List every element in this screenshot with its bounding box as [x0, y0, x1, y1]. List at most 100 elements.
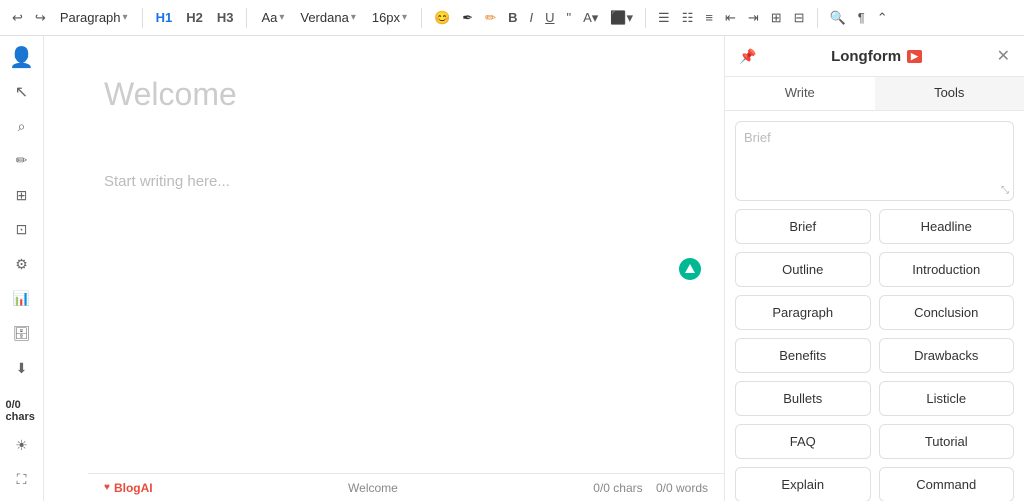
tutorial-tool-button[interactable]: Tutorial: [879, 424, 1015, 459]
storage-icon[interactable]: 🗄: [6, 320, 38, 347]
pen-icon-button[interactable]: ✒: [458, 8, 477, 28]
paragraph-tool-button[interactable]: Paragraph: [735, 295, 871, 330]
table1-button[interactable]: ⊞: [767, 8, 786, 28]
toolbar: ↩ ↪ Paragraph ▾ H1 H2 H3 Aa ▾ Verdana ▾ …: [0, 0, 1024, 36]
redo-button[interactable]: ↪: [31, 8, 50, 28]
table2-button[interactable]: ⊟: [790, 8, 809, 28]
tools-row-1: Brief Headline: [735, 209, 1014, 244]
chevron-down-icon: ▾: [123, 12, 128, 23]
font-family-label: Verdana: [300, 10, 348, 25]
italic-button[interactable]: I: [525, 8, 537, 27]
doc-title-status: Welcome: [348, 481, 398, 495]
separator: [645, 8, 646, 28]
font-size-px-label: 16px: [372, 10, 400, 25]
download-icon[interactable]: ⬇: [6, 355, 38, 382]
brief-placeholder: Brief: [744, 130, 771, 145]
editor-wrapper: Welcome Start writing here... ♥ BlogAI W…: [44, 36, 724, 501]
youtube-badge: ▶: [907, 50, 922, 63]
editor-placeholder: Start writing here...: [104, 173, 664, 190]
separator: [817, 8, 818, 28]
tab-write[interactable]: Write: [725, 77, 875, 110]
align-button[interactable]: ≡: [701, 8, 717, 27]
status-bar-left: ♥ BlogAI: [104, 481, 153, 495]
right-panel: 📌 Longform ▶ ✕ Write Tools Brief ⤡ Brief…: [724, 36, 1024, 501]
font-size-dropdown[interactable]: Aa ▾: [255, 8, 290, 27]
explain-tool-button[interactable]: Explain: [735, 467, 871, 501]
panel-title: Longform: [831, 48, 901, 65]
format-button[interactable]: ⌃: [873, 8, 892, 28]
tools-row-5: Bullets Listicle: [735, 381, 1014, 416]
editor-content: Welcome Start writing here...: [44, 36, 724, 230]
cursor-icon[interactable]: ↖: [6, 79, 38, 106]
language-selector[interactable]: 0/0 chars: [6, 397, 38, 424]
font-size-label: Aa: [261, 10, 277, 25]
search-button[interactable]: 🔍: [826, 8, 850, 28]
avatar-icon[interactable]: 👤: [6, 44, 38, 71]
status-bar: ♥ BlogAI Welcome 0/0 chars 0/0 words: [88, 473, 724, 501]
tools-row-7: Explain Command: [735, 467, 1014, 501]
drawbacks-tool-button[interactable]: Drawbacks: [879, 338, 1015, 373]
tools-row-2: Outline Introduction: [735, 252, 1014, 287]
separator: [421, 8, 422, 28]
outdent-button[interactable]: ⇤: [721, 8, 740, 28]
pin-icon[interactable]: 📌: [739, 48, 756, 65]
tab-tools[interactable]: Tools: [875, 77, 1024, 110]
quote-button[interactable]: ": [562, 8, 575, 27]
tools-row-6: FAQ Tutorial: [735, 424, 1014, 459]
listicle-tool-button[interactable]: Listicle: [879, 381, 1015, 416]
text-color-button[interactable]: A▾: [579, 8, 602, 28]
chart-icon[interactable]: 📊: [6, 286, 38, 313]
left-sidebar: 👤 ↖ ⌕ ✏ ⊞ ⊡ ⚙ 📊 🗄 ⬇ 0/0 chars ☀ ⛶: [0, 36, 44, 501]
chars-count: 0/0 chars: [593, 481, 642, 495]
highlight-button[interactable]: ✏: [481, 8, 500, 28]
bg-color-button[interactable]: ⬛▾: [606, 8, 637, 28]
chevron-down-icon: ▾: [279, 12, 284, 23]
separator: [246, 8, 247, 28]
panel-tabs: Write Tools: [725, 77, 1024, 111]
indent-button[interactable]: ⇥: [744, 8, 763, 28]
font-family-dropdown[interactable]: Verdana ▾: [294, 8, 361, 27]
edit-tool-icon[interactable]: ✏: [6, 148, 38, 175]
emoji-button[interactable]: 😊: [430, 8, 454, 28]
tools-grid: Brief Headline Outline Introduction Para…: [725, 209, 1024, 501]
paragraph-dropdown[interactable]: Paragraph ▾: [54, 8, 134, 27]
status-bar-right: 0/0 chars 0/0 words: [593, 481, 708, 495]
h3-button[interactable]: H3: [212, 8, 239, 27]
undo-button[interactable]: ↩: [8, 8, 27, 28]
status-bar-center: Welcome: [153, 481, 594, 495]
fullscreen-icon[interactable]: ⛶: [6, 466, 38, 493]
chevron-down-icon: ▾: [402, 12, 407, 23]
list-ol-button[interactable]: ☷: [678, 8, 698, 28]
bold-button[interactable]: B: [504, 8, 521, 27]
brief-tool-button[interactable]: Brief: [735, 209, 871, 244]
bullets-tool-button[interactable]: Bullets: [735, 381, 871, 416]
font-size-px-dropdown[interactable]: 16px ▾: [366, 8, 413, 27]
introduction-tool-button[interactable]: Introduction: [879, 252, 1015, 287]
underline-button[interactable]: U: [541, 8, 558, 27]
gear-icon[interactable]: ⚙: [6, 251, 38, 278]
editor-area[interactable]: Welcome Start writing here...: [44, 36, 724, 501]
search-tool-icon[interactable]: ⌕: [6, 113, 38, 140]
h2-button[interactable]: H2: [181, 8, 208, 27]
document-title: Welcome: [104, 76, 664, 113]
brightness-icon[interactable]: ☀: [6, 432, 38, 459]
close-panel-button[interactable]: ✕: [997, 46, 1010, 66]
conclusion-tool-button[interactable]: Conclusion: [879, 295, 1015, 330]
h1-button[interactable]: H1: [151, 8, 178, 27]
heart-icon: ♥: [104, 482, 110, 493]
ai-cursor-indicator: [679, 258, 701, 280]
pilcrow-button[interactable]: ¶: [854, 8, 869, 27]
outline-tool-button[interactable]: Outline: [735, 252, 871, 287]
template-icon[interactable]: ⊡: [6, 217, 38, 244]
panel-title-row: Longform ▶: [831, 48, 922, 65]
blogai-logo[interactable]: BlogAI: [114, 481, 153, 495]
headline-tool-button[interactable]: Headline: [879, 209, 1015, 244]
benefits-tool-button[interactable]: Benefits: [735, 338, 871, 373]
brief-textarea[interactable]: Brief ⤡: [735, 121, 1014, 201]
list-ul-button[interactable]: ☰: [654, 8, 674, 28]
apps-icon[interactable]: ⊞: [6, 182, 38, 209]
words-count: 0/0 words: [656, 481, 708, 495]
faq-tool-button[interactable]: FAQ: [735, 424, 871, 459]
command-tool-button[interactable]: Command: [879, 467, 1015, 501]
tools-row-4: Benefits Drawbacks: [735, 338, 1014, 373]
